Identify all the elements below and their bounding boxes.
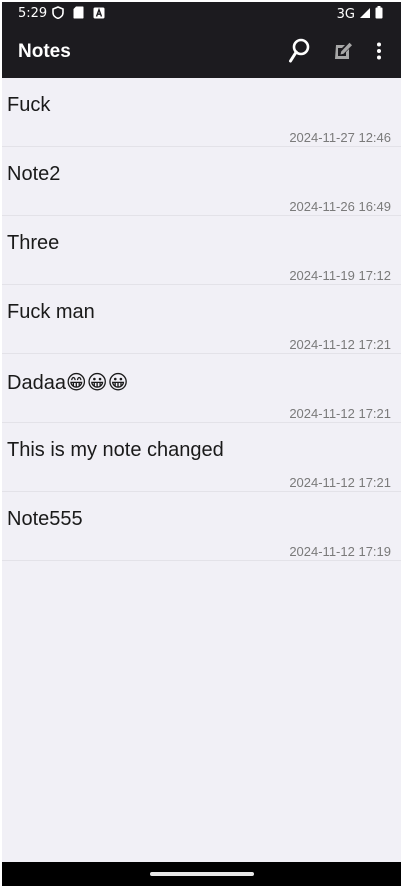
note-title: Fuck man [7,301,95,323]
search-icon [288,38,310,69]
app-frame: 5:29 3G Notes Fuck 2024-11-27 12:46 Note… [2,2,401,886]
app-title: Notes [18,41,71,62]
note-date: 2024-11-27 12:46 [289,130,391,145]
status-time: 5:29 [18,6,48,21]
signal-icon [359,7,371,22]
note-date: 2024-11-12 17:21 [289,475,391,490]
note-title: Fuck [7,94,51,116]
note-list-item[interactable]: Fuck 2024-11-27 12:46 [2,78,401,147]
notes-list: Fuck 2024-11-27 12:46 Note2 2024-11-26 1… [2,78,401,561]
status-system-icons: 3G [337,6,383,22]
status-notification-icons [52,6,105,22]
note-list-item[interactable]: This is my note changed 2024-11-12 17:21 [2,423,401,492]
more-vert-icon [376,42,382,65]
more-options-button[interactable] [365,38,393,68]
note-list-item[interactable]: Note555 2024-11-12 17:19 [2,492,401,561]
note-title: Note2 [7,163,61,185]
new-note-button[interactable] [321,38,365,68]
search-button[interactable] [277,38,321,68]
note-list-item[interactable]: Three 2024-11-19 17:12 [2,216,401,285]
note-date: 2024-11-12 17:19 [289,544,391,559]
note-title: This is my note changed [7,439,224,461]
note-list-item[interactable]: Fuck man 2024-11-12 17:21 [2,285,401,354]
app-bar: Notes [2,26,401,78]
sd-card-icon [73,6,84,22]
note-title: Note555 [7,508,83,530]
font-a-icon [93,7,105,22]
note-title: Dadaa😁😀😀 [7,372,129,394]
note-date: 2024-11-12 17:21 [289,406,391,421]
note-list-item[interactable]: Note2 2024-11-26 16:49 [2,147,401,216]
note-date: 2024-11-12 17:21 [289,337,391,352]
note-list-item[interactable]: Dadaa😁😀😀 2024-11-12 17:21 [2,354,401,423]
new-note-icon [333,42,353,65]
status-bar: 5:29 3G [2,2,401,26]
home-gesture-handle[interactable] [150,872,254,876]
note-title: Three [7,232,60,254]
battery-icon [375,6,383,22]
system-nav-bar [2,862,401,886]
note-date: 2024-11-19 17:12 [289,268,391,283]
app-bar-actions [277,38,393,68]
note-date: 2024-11-26 16:49 [289,199,391,214]
shield-icon [52,6,64,22]
network-type: 3G [336,6,355,22]
